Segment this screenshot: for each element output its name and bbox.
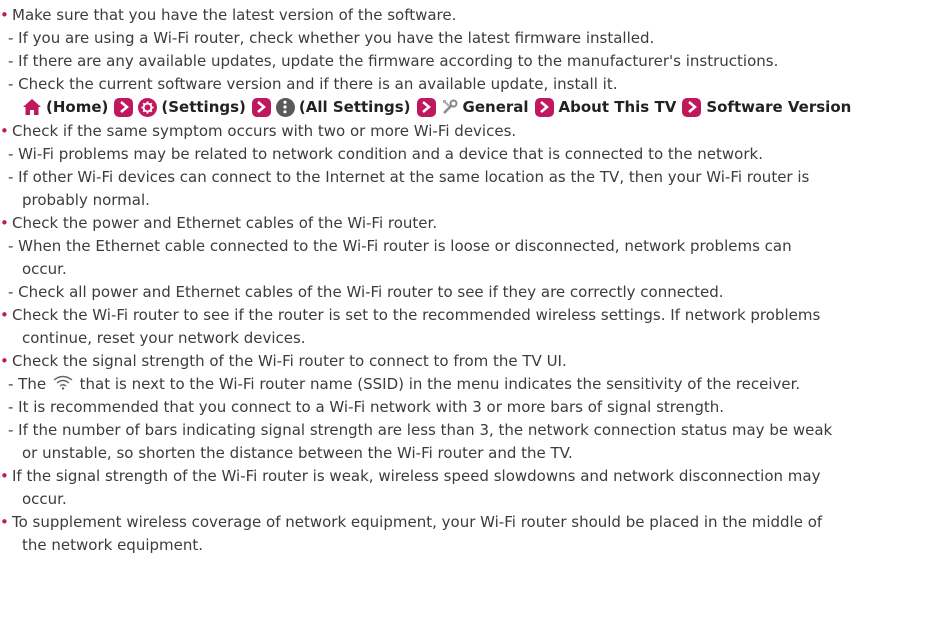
path-home-label: (Home) (46, 98, 109, 116)
sub-item-network-condition: - Wi-Fi problems may be related to netwo… (0, 143, 763, 165)
sub-item-wifi-icon-meaning: - The that is next to the Wi-Fi router n… (0, 373, 800, 395)
sub-item-three-bars: - It is recommended that you connect to … (0, 396, 724, 418)
bullet-text: If the signal strength of the Wi-Fi rout… (12, 467, 821, 485)
chevron-right-icon (251, 97, 271, 117)
sub-text: - If the number of bars indicating signa… (8, 421, 833, 439)
bullet-marker: • (0, 122, 9, 140)
chevron-right-icon (682, 97, 702, 117)
bullet-text: Make sure that you have the latest versi… (12, 6, 457, 24)
sub-text: - If there are any available updates, up… (8, 52, 779, 70)
sub-text: - Check all power and Ethernet cables of… (8, 283, 724, 301)
sub-text: probably normal. (22, 191, 150, 209)
sub-text: occur. (22, 260, 67, 278)
chevron-right-icon (114, 97, 134, 117)
bullet-text: occur. (22, 490, 67, 508)
sub-item-firmware: - If you are using a Wi-Fi router, check… (0, 27, 654, 49)
home-icon (22, 98, 42, 116)
sub-item-less-bars: - If the number of bars indicating signa… (0, 419, 832, 441)
path-all-settings-label: (All Settings) (298, 98, 411, 116)
path-software-label: Software Version (706, 98, 852, 116)
bullet-item-signal-strength: • Check the signal strength of the Wi-Fi … (0, 350, 567, 372)
bullet-marker: • (0, 6, 9, 24)
bullet-marker: • (0, 214, 9, 232)
sub-text: - Wi-Fi problems may be related to netwo… (8, 145, 763, 163)
bullet-text: Check the Wi-Fi router to see if the rou… (12, 306, 821, 324)
settings-icon (138, 97, 158, 117)
bullet-item-weak-signal-cont: occur. (0, 488, 67, 510)
wifi-icon (53, 374, 73, 396)
bullet-item-coverage: • To supplement wireless coverage of netw… (0, 511, 822, 533)
chevron-right-icon (416, 97, 436, 117)
sub-text: - If you are using a Wi-Fi router, check… (8, 29, 655, 47)
bullet-item-weak-signal: • If the signal strength of the Wi-Fi rou… (0, 465, 820, 487)
bullet-text: continue, reset your network devices. (22, 329, 306, 347)
sub-item-loose-cable-cont: occur. (0, 258, 67, 280)
bullet-text: To supplement wireless coverage of netwo… (12, 513, 823, 531)
bullet-marker: • (0, 352, 9, 370)
sub-item-updates: - If there are any available updates, up… (0, 50, 778, 72)
bullet-item-cables: • Check the power and Ethernet cables of … (0, 212, 437, 234)
sub-item-other-devices-cont: probably normal. (0, 189, 150, 211)
settings-path: (Home) (Settings) (All Settings) General… (0, 96, 851, 118)
sub-text: - When the Ethernet cable connected to t… (8, 237, 792, 255)
bullet-text: Check if the same symptom occurs with tw… (12, 122, 517, 140)
sub-item-check-version: - Check the current software version and… (0, 73, 617, 95)
bullet-marker: • (0, 513, 9, 531)
bullet-marker: • (0, 306, 9, 324)
path-general-label: General (462, 98, 529, 116)
bullet-item-recommended-settings: • Check the Wi-Fi router to see if the ro… (0, 304, 820, 326)
sub-text: - The (8, 375, 51, 393)
bullet-item-coverage-cont: the network equipment. (0, 534, 203, 556)
sub-item-loose-cable: - When the Ethernet cable connected to t… (0, 235, 792, 257)
path-about-label: About This TV (558, 98, 677, 116)
general-icon (441, 98, 459, 116)
path-settings-label: (Settings) (161, 98, 246, 116)
bullet-item-recommended-settings-cont: continue, reset your network devices. (0, 327, 306, 349)
all-settings-icon (275, 97, 295, 117)
sub-text: that is next to the Wi-Fi router name (S… (74, 375, 801, 393)
bullet-text: Check the power and Ethernet cables of t… (12, 214, 438, 232)
sub-item-less-bars-cont: or unstable, so shorten the distance bet… (0, 442, 573, 464)
bullet-text: Check the signal strength of the Wi-Fi r… (12, 352, 567, 370)
sub-text: - If other Wi-Fi devices can connect to … (8, 168, 810, 186)
chevron-right-icon (534, 97, 554, 117)
sub-item-check-cables: - Check all power and Ethernet cables of… (0, 281, 724, 303)
bullet-text: the network equipment. (22, 536, 204, 554)
bullet-marker: • (0, 467, 9, 485)
bullet-item-same-symptom: • Check if the same symptom occurs with t… (0, 120, 516, 142)
sub-text: or unstable, so shorten the distance bet… (22, 444, 573, 462)
bullet-item-latest-version: • Make sure that you have the latest vers… (0, 4, 456, 26)
sub-item-other-devices: - If other Wi-Fi devices can connect to … (0, 166, 809, 188)
sub-text: - It is recommended that you connect to … (8, 398, 725, 416)
sub-text: - Check the current software version and… (8, 75, 618, 93)
